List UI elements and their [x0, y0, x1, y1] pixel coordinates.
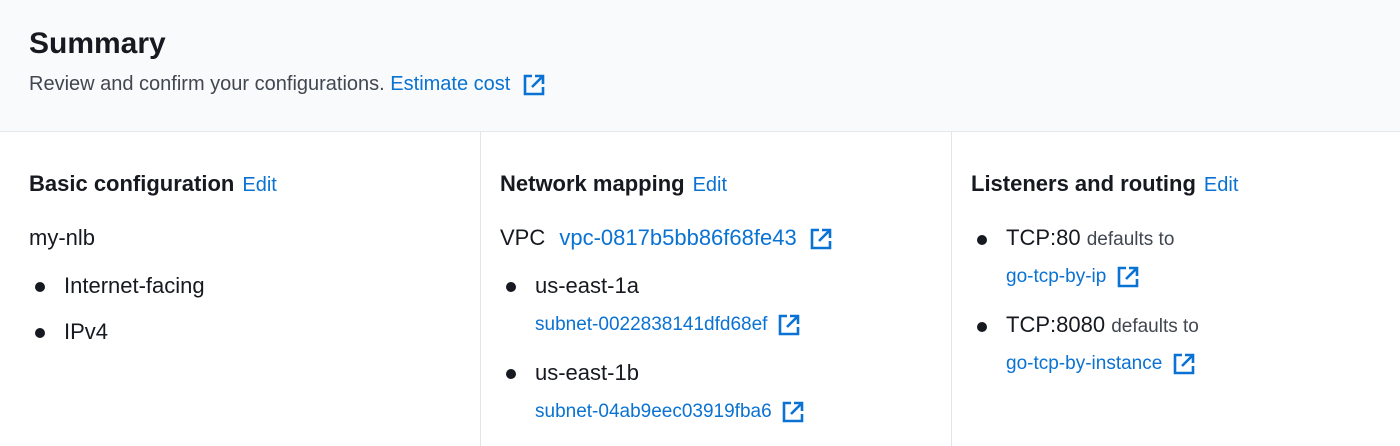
vpc-label: VPC: [500, 225, 546, 250]
listener-protocol-port-2: TCP:8080: [1006, 312, 1106, 337]
availability-zone-1: us-east-1a: [535, 273, 639, 298]
ip-address-type-value: IPv4: [64, 319, 109, 344]
listener-protocol-port-1: TCP:80: [1006, 225, 1081, 250]
listener-row-1: TCP:80 defaults to: [1006, 224, 1174, 254]
bullet: [35, 328, 45, 338]
defaults-to-text-2: defaults to: [1111, 316, 1199, 337]
listeners-routing-edit-link[interactable]: Edit: [1204, 174, 1238, 196]
network-mapping-heading: Network mapping Edit: [500, 170, 727, 199]
external-link-icon: [781, 400, 805, 424]
target-group-name-2: go-tcp-by-instance: [1006, 353, 1163, 374]
vpc-row: VPC vpc-0817b5bb86f68fe43: [500, 224, 833, 252]
external-link-icon: [809, 227, 833, 251]
network-mapping-edit-link[interactable]: Edit: [693, 174, 727, 196]
external-link-icon: [777, 313, 801, 337]
estimate-cost-label: Estimate cost: [390, 73, 511, 95]
basic-configuration-section: Basic configuration Edit my-nlb Internet-…: [0, 132, 480, 446]
listener-row-2: TCP:8080 defaults to: [1006, 311, 1199, 341]
network-mapping-section: Network mapping Edit VPC vpc-0817b5bb86f6…: [480, 132, 951, 446]
scheme-value: Internet-facing: [64, 273, 205, 298]
subnet-id-2: subnet-04ab9eec03919fba6: [535, 401, 772, 422]
bullet: [35, 282, 45, 292]
vpc-id: vpc-0817b5bb86f68fe43: [559, 225, 797, 250]
external-link-icon: [1116, 265, 1140, 289]
summary-subtitle: Review and confirm your configurations. …: [29, 70, 546, 98]
bullet: [977, 322, 987, 332]
bullet: [977, 235, 987, 245]
page-title: Summary: [29, 27, 166, 60]
basic-configuration-edit-link[interactable]: Edit: [242, 174, 276, 196]
defaults-to-text-1: defaults to: [1086, 229, 1175, 250]
estimate-cost-link[interactable]: Estimate cost: [390, 73, 546, 97]
target-group-link-1[interactable]: go-tcp-by-ip: [1006, 264, 1140, 290]
network-mapping-title: Network mapping: [500, 171, 685, 196]
load-balancer-name: my-nlb: [29, 225, 96, 250]
external-link-icon: [522, 73, 546, 97]
subnet-link-1[interactable]: subnet-0022838141dfd68ef: [535, 312, 801, 338]
bullet: [506, 282, 516, 292]
bullet: [506, 369, 516, 379]
external-link-icon: [1172, 352, 1196, 376]
subnet-link-2[interactable]: subnet-04ab9eec03919fba6: [535, 399, 805, 425]
summary-header: Summary Review and confirm your configur…: [0, 0, 1400, 132]
subnet-id-1: subnet-0022838141dfd68ef: [535, 314, 768, 335]
listeners-routing-section: Listeners and routing Edit TCP:80 default…: [951, 132, 1400, 446]
basic-configuration-title: Basic configuration: [29, 171, 235, 196]
vpc-link[interactable]: vpc-0817b5bb86f68fe43: [559, 225, 832, 250]
target-group-link-2[interactable]: go-tcp-by-instance: [1006, 351, 1196, 377]
subtitle-text: Review and confirm your configurations.: [29, 73, 385, 95]
listeners-routing-heading: Listeners and routing Edit: [971, 170, 1238, 199]
listeners-routing-title: Listeners and routing: [971, 171, 1196, 196]
target-group-name-1: go-tcp-by-ip: [1006, 266, 1107, 287]
availability-zone-2: us-east-1b: [535, 360, 639, 385]
basic-configuration-heading: Basic configuration Edit: [29, 170, 277, 199]
